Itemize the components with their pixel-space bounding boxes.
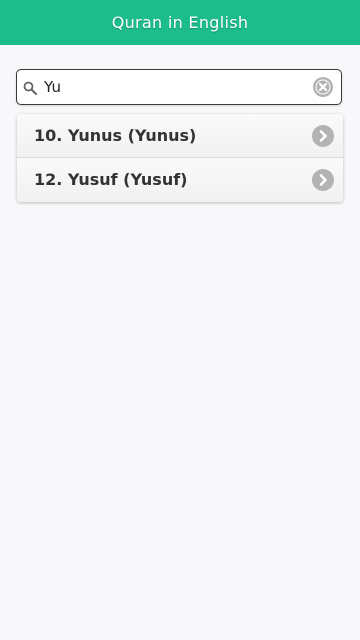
search-results-list: 10. Yunus (Yunus) 12. Yusuf (Yusuf) [17,114,343,202]
list-item-label: 12. Yusuf (Yusuf) [34,170,188,189]
list-item-label: 10. Yunus (Yunus) [34,126,197,145]
list-item-yusuf[interactable]: 12. Yusuf (Yusuf) [17,158,343,202]
chevron-right-icon [312,125,334,147]
search-input[interactable] [44,75,304,99]
app-header: Quran in English [0,0,360,45]
search-box[interactable] [16,69,342,105]
search-icon [23,80,37,95]
list-item-yunus[interactable]: 10. Yunus (Yunus) [17,114,343,158]
chevron-right-icon [312,169,334,191]
clear-icon[interactable] [312,76,334,98]
app-title: Quran in English [111,13,249,32]
